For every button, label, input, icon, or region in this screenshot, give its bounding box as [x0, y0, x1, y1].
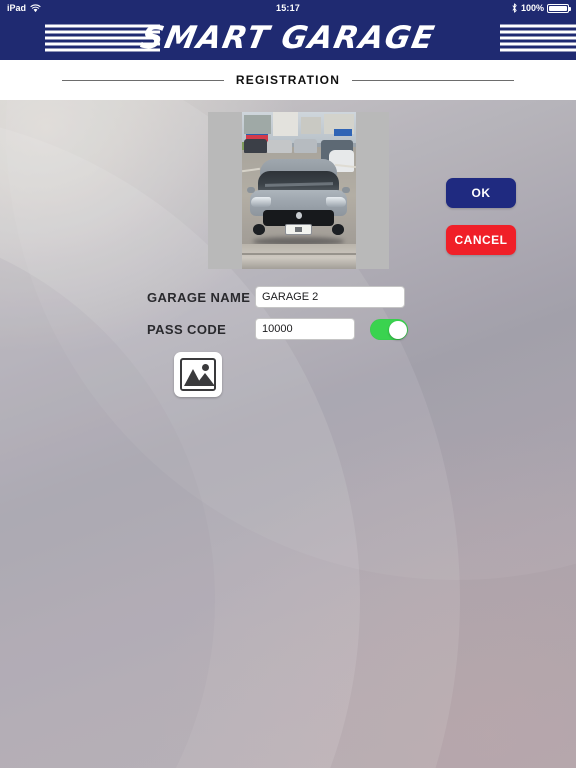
vehicle-photo — [241, 112, 356, 269]
title-rule-left — [62, 79, 224, 81]
cancel-button[interactable]: CANCEL — [446, 225, 516, 255]
title-rule-right — [352, 79, 514, 81]
photo-picker-button[interactable] — [174, 352, 222, 397]
status-bar-right: 100% — [511, 3, 571, 13]
battery-icon — [547, 3, 571, 13]
pass-code-row: PASS CODE — [147, 318, 355, 340]
app-root: iPad 15:17 100% SMART GARAGE REGISTRATIO… — [0, 0, 576, 768]
garage-name-label: GARAGE NAME — [147, 289, 251, 305]
ok-button[interactable]: OK — [446, 178, 516, 208]
photo-picker-icon — [180, 358, 216, 391]
car-subject — [246, 159, 351, 246]
registration-form-panel: OK CANCEL GARAGE NAME PASS CODE — [0, 100, 576, 768]
page-title: REGISTRATION — [235, 73, 341, 87]
status-bar-clock: 15:17 — [275, 3, 301, 13]
brand-stripes-right — [500, 24, 576, 52]
pass-code-input[interactable] — [255, 318, 355, 340]
pass-code-toggle[interactable] — [370, 319, 408, 340]
toggle-knob — [388, 320, 407, 339]
battery-percent-label: 100% — [520, 3, 544, 13]
garage-name-row: GARAGE NAME — [147, 286, 405, 308]
app-title: SMART GARAGE — [137, 20, 439, 56]
section-title-bar: REGISTRATION — [0, 60, 576, 100]
ios-status-bar: iPad 15:17 100% — [0, 0, 576, 16]
garage-name-input[interactable] — [255, 286, 405, 308]
bluetooth-icon — [511, 3, 518, 13]
vehicle-photo-frame[interactable] — [208, 112, 389, 269]
app-brand-header: SMART GARAGE — [0, 16, 576, 60]
pass-code-label: PASS CODE — [147, 321, 227, 337]
